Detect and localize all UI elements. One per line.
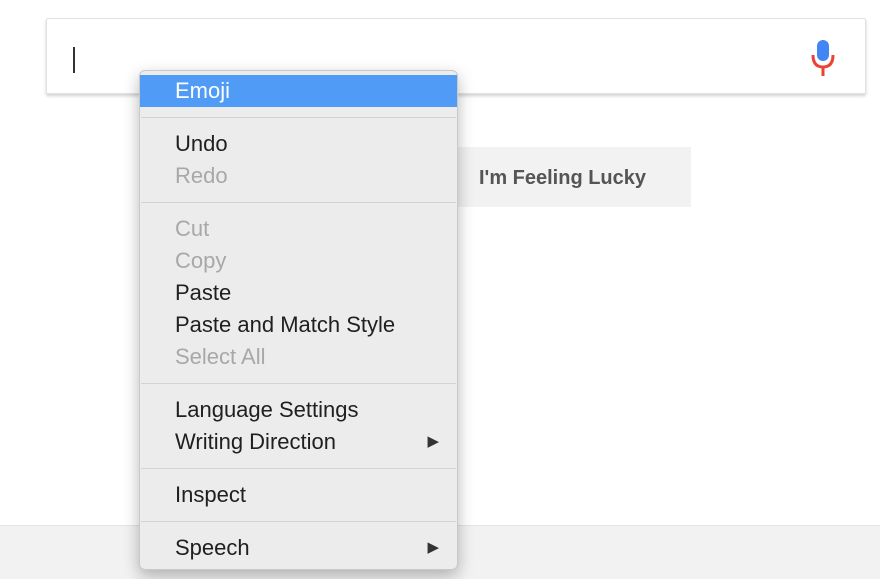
menu-item-inspect[interactable]: Inspect (140, 479, 457, 511)
menu-item-speech[interactable]: Speech ▶ (140, 532, 457, 564)
menu-separator (141, 202, 456, 203)
microphone-icon[interactable] (811, 39, 835, 77)
context-menu: Emoji Undo Redo Cut Copy Paste Paste and… (139, 70, 458, 570)
menu-item-label: Speech (175, 535, 250, 560)
feeling-lucky-button[interactable]: I'm Feeling Lucky (458, 147, 691, 207)
menu-separator (141, 468, 456, 469)
menu-item-language-settings[interactable]: Language Settings (140, 394, 457, 426)
menu-item-paste-match-style[interactable]: Paste and Match Style (140, 309, 457, 341)
menu-item-emoji[interactable]: Emoji (140, 75, 457, 107)
text-caret (73, 47, 75, 73)
menu-item-copy: Copy (175, 248, 227, 273)
menu-item-redo: Redo (175, 163, 228, 188)
menu-item-undo[interactable]: Undo (140, 128, 457, 160)
menu-item-select-all: Select All (175, 344, 266, 369)
menu-item-label: Writing Direction (175, 429, 336, 454)
menu-item-writing-direction[interactable]: Writing Direction ▶ (140, 426, 457, 458)
menu-separator (141, 521, 456, 522)
menu-separator (141, 383, 456, 384)
submenu-arrow-icon: ▶ (427, 539, 439, 556)
menu-separator (141, 117, 456, 118)
menu-item-paste[interactable]: Paste (140, 277, 457, 309)
menu-item-cut: Cut (175, 216, 210, 241)
submenu-arrow-icon: ▶ (427, 433, 439, 450)
